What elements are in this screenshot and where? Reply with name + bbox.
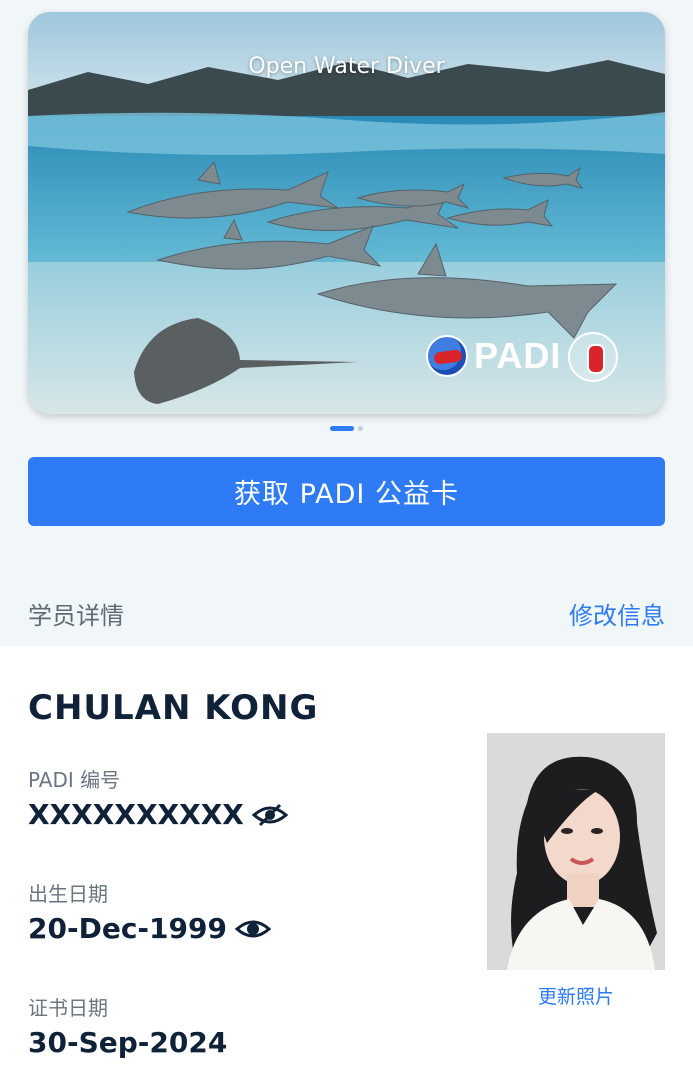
- padi-logo: PADI: [426, 334, 561, 378]
- padi-id-row: XXXXXXXXXX: [28, 798, 288, 831]
- certification-card[interactable]: Open Water Diver PADI: [28, 12, 665, 414]
- padi-id-value: XXXXXXXXXX: [28, 798, 244, 831]
- aware-seal-icon: [568, 332, 618, 382]
- cert-date-value: 30-Sep-2024: [28, 1026, 228, 1059]
- padi-globe-icon: [426, 335, 468, 377]
- section-title: 学员详情: [28, 602, 124, 630]
- eye-off-icon[interactable]: [251, 803, 288, 827]
- birth-date-label: 出生日期: [28, 882, 108, 906]
- student-details-panel: CHULAN KONG PADI 编号 XXXXXXXXXX 出生日期 20-D…: [0, 646, 693, 1080]
- pager-dot[interactable]: [358, 426, 363, 431]
- cert-date-label: 证书日期: [28, 996, 108, 1020]
- student-name: CHULAN KONG: [28, 688, 319, 728]
- pager-dot-active[interactable]: [330, 426, 354, 431]
- edit-info-link[interactable]: 修改信息: [569, 596, 665, 631]
- card-pager: [0, 426, 693, 431]
- birth-date-value: 20-Dec-1999: [28, 912, 227, 945]
- update-photo-link[interactable]: 更新照片: [487, 982, 665, 1009]
- birth-date-row: 20-Dec-1999: [28, 912, 271, 945]
- card-title: Open Water Diver: [248, 54, 445, 79]
- eye-icon[interactable]: [234, 917, 271, 941]
- get-padi-charity-card-button[interactable]: 获取 PADI 公益卡: [28, 457, 665, 526]
- padi-brand-text: PADI: [474, 335, 562, 376]
- padi-id-label: PADI 编号: [28, 768, 121, 792]
- avatar[interactable]: [487, 733, 665, 970]
